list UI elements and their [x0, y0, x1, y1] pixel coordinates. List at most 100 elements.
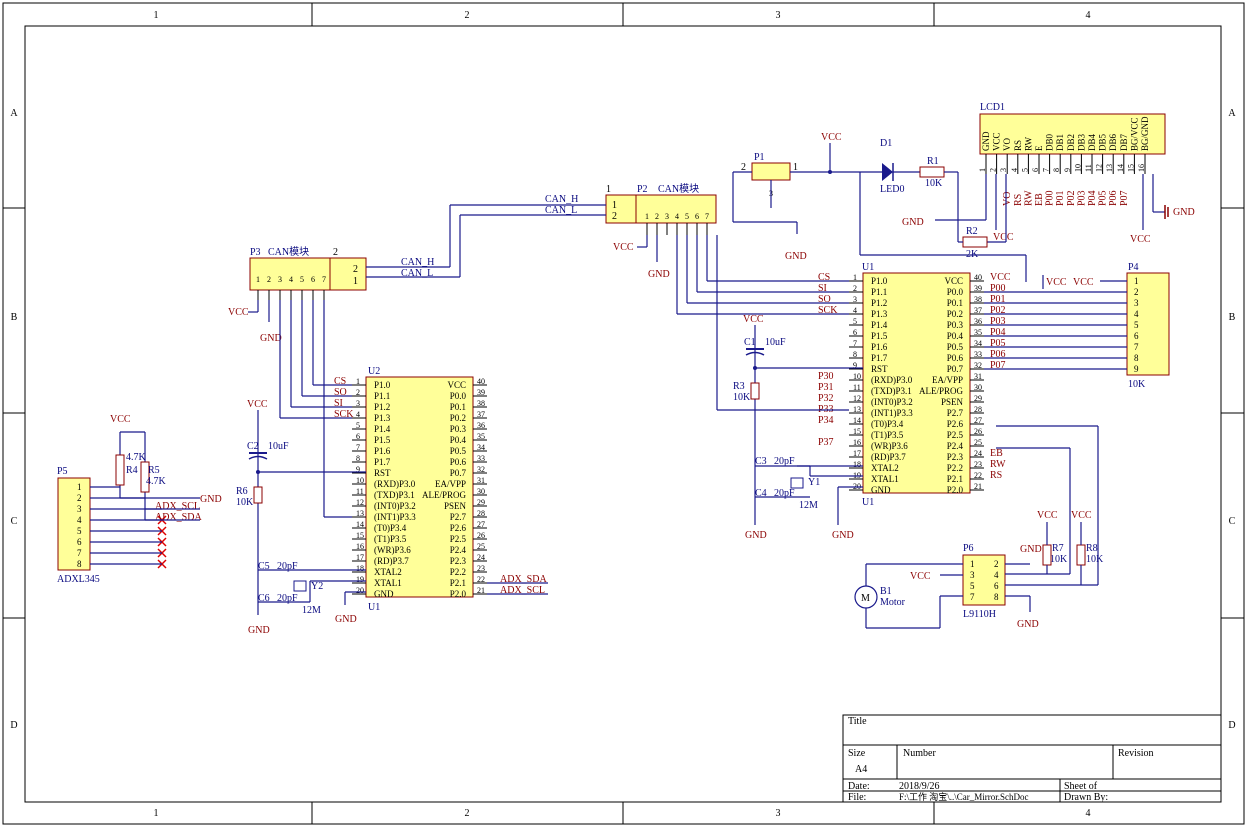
pin-number: 7 — [77, 548, 82, 558]
power-vcc: VCC — [1071, 510, 1092, 521]
pin-number: 26 — [477, 531, 485, 540]
pin-number: 29 — [974, 394, 982, 403]
lcd-pin-label: BG/VCC — [1129, 117, 1139, 151]
pin-label: P2.0 — [947, 485, 964, 495]
pin-label: PSEN — [444, 501, 467, 511]
y1-ref: Y1 — [808, 477, 820, 488]
pin-number: 38 — [974, 295, 982, 304]
lcd-ref: LCD1 — [980, 102, 1005, 113]
pin-label: EA/VPP — [932, 375, 963, 385]
net-label: P03 — [1076, 190, 1087, 206]
pin-label: P2.6 — [947, 419, 964, 429]
pin-number: 6 — [1031, 168, 1040, 172]
pin-label: P2.2 — [450, 567, 466, 577]
c2-ref: C2 — [247, 441, 259, 452]
pin-number: 1 — [853, 273, 857, 282]
r6-ref: R6 — [236, 486, 248, 497]
p3-pin: 2 — [333, 247, 338, 258]
net-can-h: CAN_H — [545, 194, 578, 205]
d1-ref: D1 — [880, 138, 892, 149]
pin-number: 7 — [705, 212, 709, 221]
pin-label: P1.1 — [871, 287, 887, 297]
pin-number: 6 — [853, 328, 857, 337]
r5-value: 4.7K — [146, 476, 167, 487]
pin-number: 2 — [989, 168, 998, 172]
pin-label: P1.6 — [374, 446, 391, 456]
pin-label: P1.3 — [871, 309, 888, 319]
pin-number: 3 — [1134, 298, 1139, 308]
net-adx-scl: ADX_SCL — [155, 501, 200, 512]
row-label: D — [10, 720, 17, 731]
pin-number: 26 — [974, 427, 982, 436]
pin-label: P2.5 — [947, 430, 964, 440]
pin-number: 1 — [356, 377, 360, 386]
pin-number: 3 — [356, 399, 360, 408]
pin-number: 1 — [1134, 276, 1139, 286]
pin-number: 10 — [356, 476, 364, 485]
pin-number: 9 — [356, 465, 360, 474]
lcd-pin-label: RW — [1023, 136, 1033, 151]
pin-number: 25 — [974, 438, 982, 447]
pin-label: P1.7 — [871, 353, 888, 363]
pin-number: 32 — [974, 361, 982, 370]
pin-number: 21 — [477, 586, 485, 595]
pin-number: 18 — [356, 564, 364, 573]
power-gnd: GND — [1020, 544, 1042, 555]
pin-number: 8 — [1052, 168, 1061, 172]
lcd-pin-label: DB3 — [1076, 133, 1086, 151]
pin-label: P1.4 — [374, 424, 391, 434]
power-gnd: GND — [335, 614, 357, 625]
pin-label: P2.1 — [947, 474, 963, 484]
pin-number: 34 — [974, 339, 982, 348]
pin-number: 4 — [289, 275, 293, 284]
pin-number: 21 — [974, 482, 982, 491]
pin-label: P1.0 — [374, 380, 391, 390]
pin-number: 8 — [356, 454, 360, 463]
power-vcc: VCC — [110, 414, 131, 425]
pin-label: RST — [374, 468, 391, 478]
pin-label: VCC — [944, 276, 963, 286]
pin-number: 4 — [675, 212, 679, 221]
sensor-p5: P5 ADXL345 12345678 VCC R4 R5 4.7K 4.7K … — [57, 414, 222, 585]
pin-number: 7 — [853, 339, 857, 348]
pin-number: 4 — [77, 515, 82, 525]
pin-label: P1.2 — [374, 402, 390, 412]
power-gnd: GND — [260, 333, 282, 344]
r3-value: 10K — [733, 392, 751, 403]
r7-ref: R7 — [1052, 543, 1064, 554]
p6-name: L9110H — [963, 609, 996, 620]
lcd-pin-label: E — [1034, 145, 1044, 151]
pin-number: 15 — [356, 531, 364, 540]
pin-label: P0.0 — [450, 391, 467, 401]
col-label: 1 — [154, 10, 159, 21]
net-label: P00 — [1045, 190, 1056, 206]
mcu-u1: U1 U1 1 P1.0 40VCCCS2 P1.1 39P0.0SI3 P1.2 38P0… — [818, 262, 1011, 508]
pin-number: 8 — [853, 350, 857, 359]
pin-label: P2.3 — [450, 556, 467, 566]
pin-label: P1.5 — [374, 435, 391, 445]
pin-label: P1.0 — [871, 276, 888, 286]
power-gnd: GND — [1017, 619, 1039, 630]
c3-value: 20pF — [774, 456, 795, 467]
pin-label: P2.6 — [450, 523, 467, 533]
pin-number: 2 — [1134, 287, 1139, 297]
pin-label: P2.4 — [947, 441, 964, 451]
pin-number: 13 — [1105, 164, 1114, 172]
pin-label: P0.7 — [450, 468, 467, 478]
pin-number: 11 — [356, 487, 364, 496]
pin-label: ALE/PROG — [422, 490, 467, 500]
p1-ref: P1 — [754, 152, 765, 163]
power-gnd: GND — [832, 530, 854, 541]
mcu-ref: U2 — [368, 366, 380, 377]
lcd-pin-label: BG/GND — [1140, 116, 1150, 151]
pin-number: 7 — [970, 592, 975, 602]
pin-label: GND — [374, 589, 394, 599]
power-gnd: GND — [1173, 207, 1195, 218]
power-gnd: GND — [248, 625, 270, 636]
net-label: VCC — [990, 272, 1011, 283]
pin-number: 22 — [477, 575, 485, 584]
power-gnd: GND — [200, 494, 222, 505]
pin-number: 12 — [356, 498, 364, 507]
pin-label: (RXD)P3.0 — [374, 479, 416, 489]
net-label: P06 — [1108, 190, 1119, 206]
